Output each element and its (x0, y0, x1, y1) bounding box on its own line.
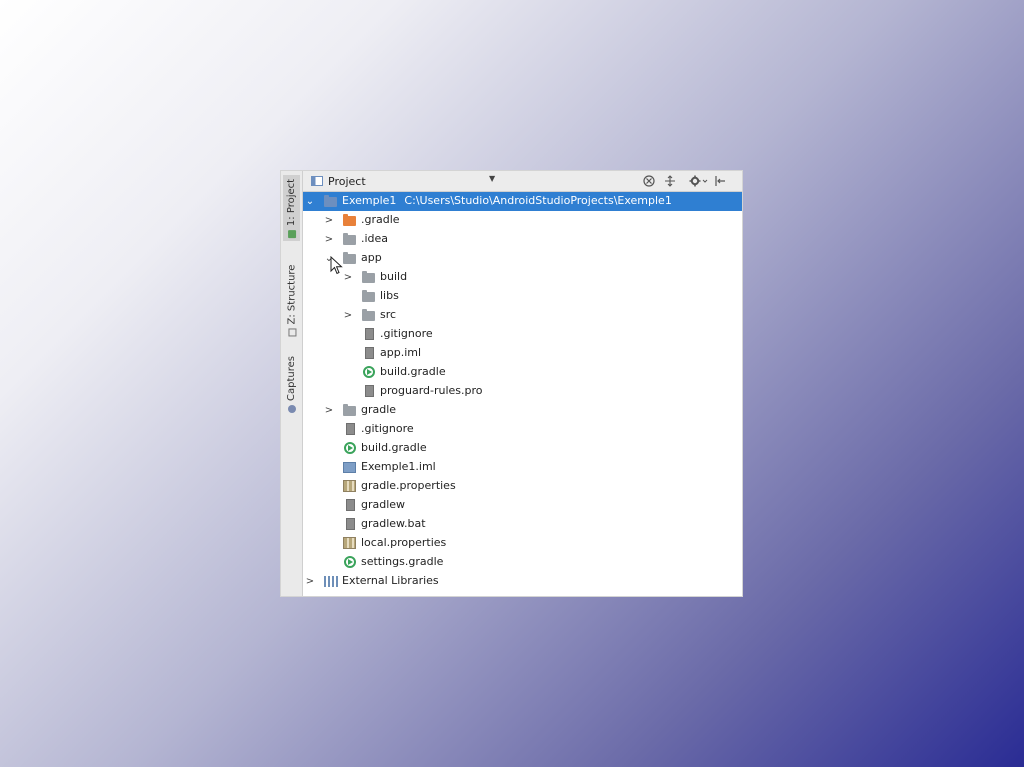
side-tab-structure[interactable]: Z: Structure (283, 259, 300, 341)
properties-file-icon (343, 537, 356, 549)
side-tab-project[interactable]: 1: Project (283, 175, 300, 241)
tree-row-gradlew[interactable]: gradlew (303, 496, 742, 515)
triangle-down-icon[interactable]: ▼ (489, 174, 495, 183)
tree-row-label: build.gradle (361, 441, 427, 454)
tree-row-label: External Libraries (342, 574, 439, 587)
tree-row-build[interactable]: > build (303, 268, 742, 287)
tree-row-project-root[interactable]: ⌄ Exemple1 C:\Users\Studio\AndroidStudioP… (303, 192, 742, 211)
tree-row-label: .gitignore (361, 422, 414, 435)
tree-row-app-build-gradle[interactable]: build.gradle (303, 363, 742, 382)
project-tab-icon (287, 229, 296, 238)
project-tree: ⌄ Exemple1 C:\Users\Studio\AndroidStudioP… (303, 192, 742, 596)
scroll-from-source-icon[interactable] (642, 173, 656, 189)
captures-tab-icon (287, 404, 296, 413)
tree-row-label: local.properties (361, 536, 447, 549)
settings-gear-icon[interactable] (688, 173, 710, 189)
project-tool-window: 1: Project Z: Structure Captures Project… (280, 170, 743, 597)
tree-row-libs[interactable]: libs (303, 287, 742, 306)
tree-row-label: Exemple1.iml (361, 460, 436, 473)
collapse-all-icon[interactable] (663, 173, 677, 189)
folder-orange-icon (343, 214, 356, 226)
tree-row-label: build.gradle (380, 365, 446, 378)
chevron-right-icon[interactable]: > (305, 576, 315, 587)
text-file-icon (346, 423, 355, 435)
tree-row-label: Exemple1 C:\Users\Studio\AndroidStudioPro… (342, 194, 672, 207)
tree-row-gradle-hidden[interactable]: > .gradle (303, 211, 742, 230)
tree-row-root-gitignore[interactable]: .gitignore (303, 420, 742, 439)
tree-row-proguard[interactable]: proguard-rules.pro (303, 382, 742, 401)
text-file-icon (346, 499, 355, 511)
tree-row-local-properties[interactable]: local.properties (303, 534, 742, 553)
tree-row-gradlew-bat[interactable]: gradlew.bat (303, 515, 742, 534)
project-name: Exemple1 (342, 194, 397, 207)
folder-icon (362, 271, 375, 283)
structure-tab-icon (287, 327, 296, 336)
gradle-file-icon (363, 366, 375, 378)
tree-row-label: gradle.properties (361, 479, 456, 492)
tree-row-label: .gradle (361, 213, 400, 226)
left-tool-strip: 1: Project Z: Structure Captures (281, 171, 303, 596)
tree-row-label: gradlew.bat (361, 517, 426, 530)
tree-row-label: src (380, 308, 397, 321)
project-view-selector[interactable]: Project (328, 175, 366, 188)
side-tab-project-label: 1: Project (286, 178, 297, 226)
folder-icon (362, 290, 375, 302)
tree-row-root-build-gradle[interactable]: build.gradle (303, 439, 742, 458)
project-view-header: Project ▼ (303, 171, 742, 192)
chevron-right-icon[interactable]: > (343, 272, 353, 283)
text-file-icon (365, 328, 374, 340)
text-file-icon (365, 385, 374, 397)
chevron-right-icon[interactable]: > (324, 405, 334, 416)
module-folder-icon (343, 252, 356, 264)
tree-row-external-libraries[interactable]: > External Libraries (303, 572, 742, 591)
tree-row-app[interactable]: ⌄ app (303, 249, 742, 268)
properties-file-icon (343, 480, 356, 492)
side-tab-captures-label: Captures (286, 355, 298, 401)
hide-panel-icon[interactable] (713, 173, 727, 189)
iml-file-icon (343, 462, 356, 473)
tree-row-label: libs (380, 289, 399, 302)
side-tab-captures[interactable]: Captures (283, 353, 300, 415)
tree-row-label: gradle (361, 403, 397, 416)
project-path: C:\Users\Studio\AndroidStudioProjects\Ex… (404, 194, 672, 207)
tree-row-exemple1-iml[interactable]: Exemple1.iml (303, 458, 742, 477)
tree-row-idea[interactable]: > .idea (303, 230, 742, 249)
chevron-right-icon[interactable]: > (343, 310, 353, 321)
chevron-down-icon[interactable]: ⌄ (305, 196, 315, 207)
gradle-file-icon (344, 442, 356, 454)
tree-row-label: gradlew (361, 498, 406, 511)
tree-row-label: app (361, 251, 382, 264)
text-file-icon (346, 518, 355, 530)
tree-row-label: build (380, 270, 408, 283)
tree-row-label: .gitignore (380, 327, 433, 340)
gradle-file-icon (344, 556, 356, 568)
folder-icon (343, 233, 356, 245)
tree-row-label: app.iml (380, 346, 422, 359)
text-file-icon (365, 347, 374, 359)
tree-row-label: proguard-rules.pro (380, 384, 483, 397)
tree-row-gradle[interactable]: > gradle (303, 401, 742, 420)
tree-row-gradle-properties[interactable]: gradle.properties (303, 477, 742, 496)
chevron-right-icon[interactable]: > (324, 234, 334, 245)
chevron-right-icon[interactable]: > (324, 215, 334, 226)
side-tab-structure-label: Z: Structure (286, 264, 298, 324)
tree-row-settings-gradle[interactable]: settings.gradle (303, 553, 742, 572)
tree-row-label: .idea (361, 232, 389, 245)
tree-row-app-iml[interactable]: app.iml (303, 344, 742, 363)
folder-icon (343, 404, 356, 416)
project-view-icon (311, 176, 323, 186)
tree-row-src[interactable]: > src (303, 306, 742, 325)
external-libraries-icon (324, 576, 338, 587)
folder-icon (362, 309, 375, 321)
project-folder-icon (324, 195, 337, 207)
tree-row-app-gitignore[interactable]: .gitignore (303, 325, 742, 344)
tree-row-label: settings.gradle (361, 555, 444, 568)
